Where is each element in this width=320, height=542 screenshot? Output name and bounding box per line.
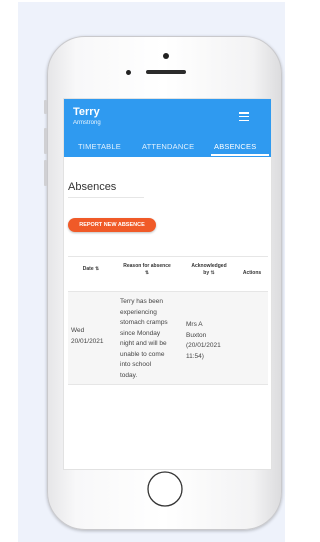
user-surname: Armstrong [73, 120, 101, 126]
header-acknowledged[interactable]: Acknowledged by ⇅ [184, 263, 234, 277]
user-name: Terry [73, 106, 100, 118]
speaker-grille [146, 70, 186, 74]
home-button[interactable] [146, 470, 184, 508]
camera-icon [163, 53, 169, 59]
header-actions: Actions [242, 270, 262, 276]
report-new-absence-button[interactable]: REPORT NEW ABSENCE [68, 218, 156, 232]
phone-side-button [44, 100, 47, 114]
phone-volume-down [44, 160, 47, 186]
absence-reason: Terry has been experiencing stomach cram… [120, 298, 168, 379]
tab-timetable[interactable]: TIMETABLE [78, 142, 121, 151]
acknowledged-by: Mrs A Buxton (20/01/2021 11:54) [186, 321, 221, 360]
app-header: Terry Armstrong TIMETABLE ATTENDANCE ABS… [64, 99, 271, 157]
table-row: Wed 20/01/2021 Terry has been experienci… [68, 292, 268, 385]
table-header: Date ⇅ Reason for absence ⇅ Acknowledged… [68, 257, 268, 292]
header-date[interactable]: Date ⇅ [72, 266, 110, 273]
phone-volume-up [44, 128, 47, 154]
absence-date: Wed 20/01/2021 [71, 327, 104, 345]
sensor-icon [126, 70, 131, 75]
header-reason[interactable]: Reason for absence ⇅ [116, 263, 178, 277]
sort-icon: ⇅ [144, 270, 150, 276]
page-title: Absences [68, 181, 117, 193]
tab-absences[interactable]: ABSENCES [214, 142, 256, 151]
phone-screen: Terry Armstrong TIMETABLE ATTENDANCE ABS… [63, 98, 272, 470]
absences-table: Date ⇅ Reason for absence ⇅ Acknowledged… [68, 256, 268, 385]
sort-icon: ⇅ [210, 270, 215, 276]
hamburger-icon[interactable] [239, 112, 249, 123]
sort-icon: ⇅ [95, 266, 100, 272]
title-divider [68, 197, 144, 198]
active-tab-indicator [211, 154, 269, 156]
tab-attendance[interactable]: ATTENDANCE [142, 142, 194, 151]
